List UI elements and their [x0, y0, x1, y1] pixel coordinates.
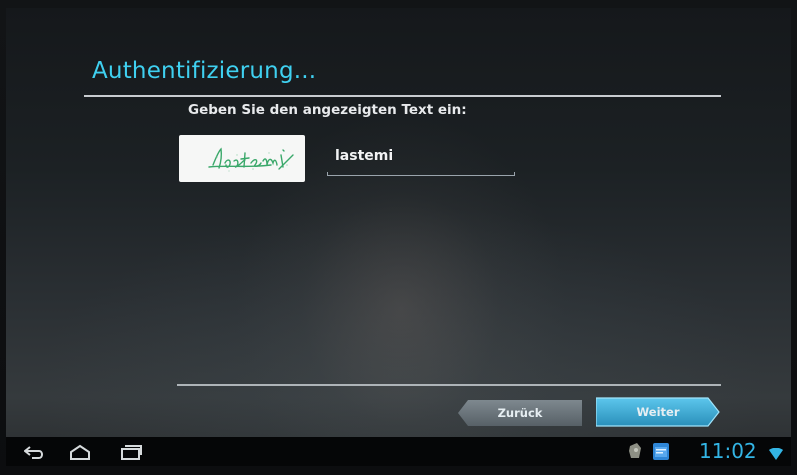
recent-apps-icon[interactable] [119, 443, 143, 465]
home-icon[interactable] [68, 443, 92, 465]
back-button-label: Zurück [497, 406, 543, 420]
captcha-instruction: Geben Sie den angezeigten Text ein: [188, 102, 467, 118]
captcha-image: lastemi [179, 135, 305, 182]
back-button[interactable]: Zurück [458, 400, 582, 426]
captcha-input[interactable]: lastemi [327, 146, 515, 176]
tablet-screen: Authentifizierung... Geben Sie den angez… [6, 8, 791, 466]
device-frame: Authentifizierung... Geben Sie den angez… [0, 0, 797, 475]
input-underline-tick-left [327, 172, 328, 176]
input-underline-tick-right [514, 172, 515, 176]
status-clock: 11:02 [699, 439, 757, 463]
calendar-notification-icon[interactable] [653, 443, 669, 464]
dialog-title: Authentifizierung... [92, 58, 317, 84]
app-notification-icon[interactable] [627, 442, 643, 464]
back-icon[interactable] [23, 443, 46, 465]
next-button[interactable]: Weiter [596, 397, 720, 427]
captcha-input-value: lastemi [335, 148, 394, 164]
button-bar-divider [177, 384, 721, 386]
wifi-icon [769, 445, 783, 464]
title-divider [84, 95, 721, 97]
next-button-label: Weiter [636, 405, 680, 419]
system-status-bar: 11:02 [6, 437, 791, 466]
input-underline [327, 175, 515, 176]
